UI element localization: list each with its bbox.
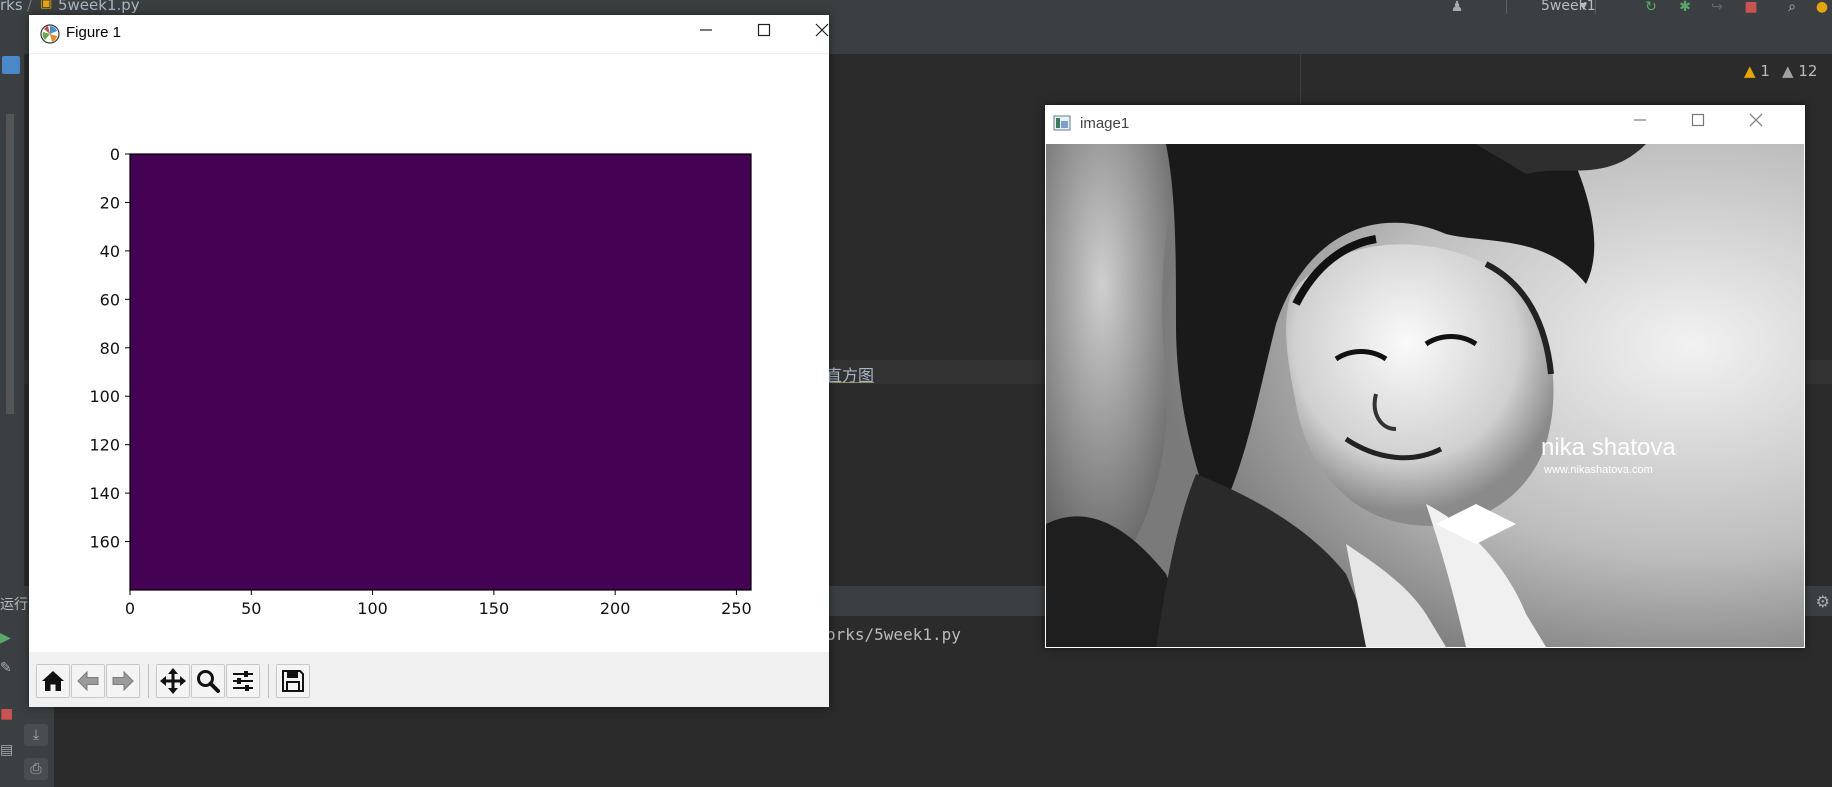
x-tick-label: 50 bbox=[241, 599, 261, 614]
y-tick-label: 60 bbox=[100, 290, 120, 309]
python-file-icon: ▣ bbox=[40, 0, 53, 11]
breadcrumb-project[interactable]: rks bbox=[0, 0, 23, 14]
y-tick-label: 120 bbox=[89, 436, 120, 455]
y-tick-label: 20 bbox=[100, 193, 120, 212]
rerun-icon[interactable]: ↻ bbox=[1644, 0, 1658, 14]
minimize-button[interactable] bbox=[1617, 105, 1663, 139]
configure-subplots-button[interactable] bbox=[226, 664, 260, 698]
back-button[interactable] bbox=[71, 664, 105, 698]
minimize-icon bbox=[1634, 119, 1646, 121]
y-tick-label: 140 bbox=[89, 484, 120, 503]
notification-icon[interactable]: ● bbox=[1815, 0, 1829, 14]
y-tick-label: 80 bbox=[100, 339, 120, 358]
structure-scrollbar[interactable] bbox=[6, 114, 14, 414]
close-icon bbox=[1749, 113, 1763, 127]
x-tick-label: 150 bbox=[479, 599, 510, 614]
gear-icon[interactable]: ⚙ bbox=[1816, 592, 1830, 611]
stop-icon[interactable]: ■ bbox=[0, 706, 13, 722]
image-window[interactable]: image1 nika shatova www.nikashatova.com bbox=[1045, 105, 1805, 648]
maximize-icon bbox=[1691, 113, 1705, 127]
warnings-count: 1 bbox=[1760, 62, 1770, 80]
minimize-button[interactable] bbox=[683, 15, 729, 49]
x-tick-label: 0 bbox=[125, 599, 135, 614]
image-window-icon bbox=[1053, 115, 1071, 131]
rerun-icon[interactable]: ▶ bbox=[0, 630, 11, 646]
home-icon bbox=[42, 671, 64, 691]
weak-warning-icon: ▲ bbox=[1782, 62, 1794, 80]
user-icon[interactable]: ♟ bbox=[1450, 0, 1464, 14]
matplotlib-logo-icon bbox=[40, 24, 60, 44]
forward-button[interactable] bbox=[106, 664, 140, 698]
heatmap-image bbox=[129, 153, 752, 591]
ide-top-bar: rks / ▣ 5week1.py ♟ 5week1 ▾ ↻ ✱ ↪ ■ ⌕ ● bbox=[0, 0, 1832, 16]
warning-icon: ▲ bbox=[1744, 62, 1756, 80]
editor-code-fragment: 直方图 bbox=[826, 366, 875, 385]
layout-icon[interactable]: ▤ bbox=[0, 742, 13, 758]
x-tick-label: 200 bbox=[600, 599, 631, 614]
close-icon bbox=[815, 23, 829, 37]
y-tick-label: 0 bbox=[110, 145, 120, 164]
y-tick-label: 160 bbox=[89, 533, 120, 552]
portrait-image bbox=[1046, 144, 1804, 647]
figure-window[interactable]: Figure 1 0 50 100 150 200 250 0 20 40 60 80 100 120 1… bbox=[29, 15, 829, 707]
image-titlebar[interactable]: image1 bbox=[1045, 105, 1805, 143]
back-arrow-icon bbox=[77, 670, 99, 692]
weak-warnings-indicator[interactable]: ▲ 12 bbox=[1782, 62, 1817, 80]
forward-arrow-icon bbox=[112, 670, 134, 692]
y-tick-label: 40 bbox=[100, 242, 120, 261]
breadcrumb-separator: / bbox=[27, 0, 33, 14]
chevron-down-icon: ▾ bbox=[1579, 0, 1587, 14]
maximize-button[interactable] bbox=[1675, 105, 1721, 139]
heatmap-chart: 0 50 100 150 200 250 0 20 40 60 80 100 120 140 160 bbox=[89, 145, 752, 618]
search-icon[interactable]: ⌕ bbox=[1785, 0, 1799, 14]
x-tick-label: 100 bbox=[357, 599, 388, 614]
watermark-url: www.nikashatova.com bbox=[1544, 464, 1653, 476]
zoom-button[interactable] bbox=[191, 664, 225, 698]
maximize-icon bbox=[757, 23, 771, 37]
zoom-icon bbox=[197, 670, 220, 693]
watermark-name: nika shatova bbox=[1541, 434, 1676, 461]
editor-split-divider bbox=[1300, 54, 1301, 104]
run-config-label: 5week1 bbox=[1541, 0, 1596, 14]
figure-titlebar[interactable]: Figure 1 bbox=[29, 15, 829, 54]
debug-icon[interactable]: ✱ bbox=[1678, 0, 1692, 14]
close-button[interactable] bbox=[799, 15, 845, 49]
warnings-indicator[interactable]: ▲ 1 bbox=[1744, 62, 1770, 80]
figure-canvas[interactable]: 0 50 100 150 200 250 0 20 40 60 80 100 120 140 160 bbox=[29, 54, 829, 618]
print-icon[interactable]: ⎙ bbox=[24, 758, 48, 780]
minimize-icon bbox=[700, 29, 712, 31]
breadcrumb-file[interactable]: 5week1.py bbox=[58, 0, 140, 14]
run-panel-label: 运行: bbox=[0, 597, 33, 613]
image-window-title: image1 bbox=[1080, 115, 1130, 132]
close-button[interactable] bbox=[1733, 105, 1779, 139]
save-button[interactable] bbox=[276, 664, 310, 698]
home-button[interactable] bbox=[36, 664, 70, 698]
configure-subplots-icon bbox=[233, 671, 253, 691]
grayscale-photo[interactable]: nika shatova www.nikashatova.com bbox=[1046, 144, 1804, 647]
scroll-to-end-icon[interactable]: ⤓ bbox=[24, 724, 48, 746]
y-tick-label: 100 bbox=[89, 387, 120, 406]
pan-button[interactable] bbox=[156, 664, 190, 698]
wrench-icon[interactable]: ✎ bbox=[0, 660, 12, 676]
save-icon bbox=[282, 670, 304, 692]
weak-warnings-count: 12 bbox=[1798, 62, 1818, 80]
attach-icon[interactable]: ↪ bbox=[1710, 0, 1724, 14]
console-output-line: orks/5week1.py bbox=[826, 625, 961, 644]
project-tool-icon[interactable] bbox=[2, 56, 20, 74]
toolbar-separator bbox=[268, 664, 269, 698]
maximize-button[interactable] bbox=[741, 15, 787, 49]
x-tick-label: 250 bbox=[721, 599, 752, 614]
pan-icon bbox=[160, 668, 186, 694]
stop-icon[interactable]: ■ bbox=[1744, 0, 1758, 14]
toolbar-separator bbox=[148, 664, 149, 698]
navigation-toolbar bbox=[29, 652, 829, 707]
figure-title: Figure 1 bbox=[66, 24, 122, 41]
